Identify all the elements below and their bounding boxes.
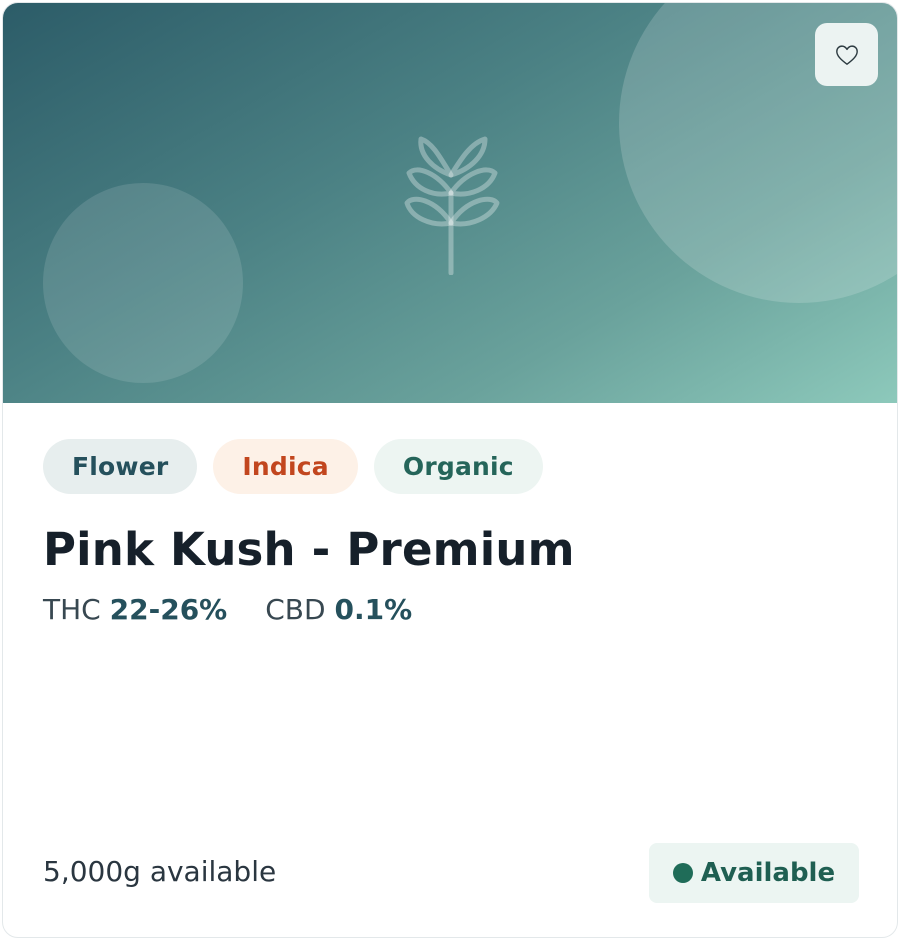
potency-stats: THC 22-26% CBD 0.1% xyxy=(43,593,412,626)
cbd-label: CBD xyxy=(265,593,326,626)
status-badge: Available xyxy=(649,843,859,903)
product-image xyxy=(3,3,897,403)
heart-outline-icon xyxy=(835,44,858,65)
plant-icon xyxy=(404,136,500,275)
thc-value: 22-26% xyxy=(109,593,228,626)
decorative-circle xyxy=(43,183,243,383)
tag-organic: Organic xyxy=(373,439,543,494)
status-label: Available xyxy=(700,858,836,888)
thc-label: THC xyxy=(43,593,101,626)
tag-list: Flower Indica Organic xyxy=(43,439,543,494)
cbd-stat: CBD 0.1% xyxy=(265,593,412,626)
thc-stat: THC 22-26% xyxy=(43,593,227,626)
tag-flower: Flower xyxy=(43,439,198,494)
product-name: Pink Kush - Premium xyxy=(43,523,575,576)
quantity-available: 5,000g available xyxy=(43,855,277,888)
status-dot-icon xyxy=(672,863,693,883)
cbd-value: 0.1% xyxy=(334,593,413,626)
product-card[interactable]: Flower Indica Organic Pink Kush - Premiu… xyxy=(2,2,898,938)
favorite-button[interactable] xyxy=(815,23,878,86)
tag-indica: Indica xyxy=(213,439,358,494)
